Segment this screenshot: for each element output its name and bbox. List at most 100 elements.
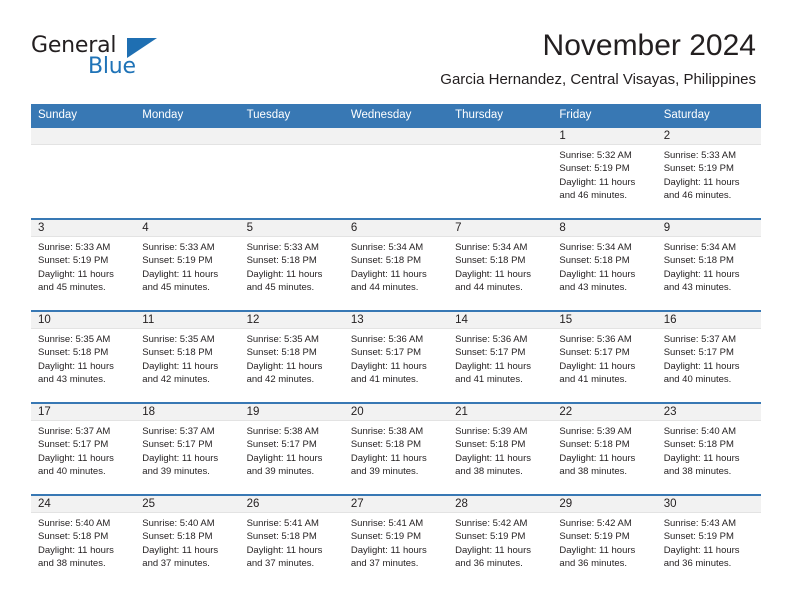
daylight-text-line1: Daylight: 11 hours (38, 544, 114, 556)
day-cell-inner: 13 Sunrise: 5:36 AM Sunset: 5:17 PM Dayligh… (343, 312, 449, 402)
calendar-day-cell[interactable]: 7 Sunrise: 5:34 AM Sunset: 5:18 PM Daylight… (448, 218, 553, 311)
daylight-text-line2: and 38 minutes. (455, 465, 523, 477)
day-details: Sunrise: 5:42 AM Sunset: 5:19 PM Daylight:… (552, 513, 656, 570)
day-cell-inner: 9 Sunrise: 5:34 AM Sunset: 5:18 PM Daylight… (656, 220, 761, 310)
daylight-text-line1: Daylight: 11 hours (663, 268, 740, 280)
calendar-day-cell[interactable]: 1 Sunrise: 5:32 AM Sunset: 5:19 PM Daylight… (552, 126, 657, 219)
day-cell-inner: 10 Sunrise: 5:35 AM Sunset: 5:18 PM Dayligh… (31, 312, 136, 402)
day-details: Sunrise: 5:36 AM Sunset: 5:17 PM Daylight:… (344, 329, 448, 386)
daylight-text-line1: Daylight: 11 hours (455, 360, 531, 372)
daylight-text-line1: Daylight: 11 hours (663, 544, 740, 556)
calendar-day-cell[interactable]: 22 Sunrise: 5:39 AM Sunset: 5:18 PM Dayligh… (552, 402, 657, 495)
calendar-day-cell[interactable]: 20 Sunrise: 5:38 AM Sunset: 5:18 PM Dayligh… (343, 402, 449, 495)
day-number: 16 (656, 312, 761, 329)
calendar-day-cell[interactable]: 12 Sunrise: 5:35 AM Sunset: 5:18 PM Dayligh… (239, 310, 344, 403)
calendar-day-cell[interactable]: 18 Sunrise: 5:37 AM Sunset: 5:17 PM Dayligh… (135, 402, 240, 495)
sunrise-text: Sunrise: 5:35 AM (246, 334, 319, 345)
day-details: Sunrise: 5:36 AM Sunset: 5:17 PM Daylight:… (552, 329, 656, 386)
day-details: Sunrise: 5:40 AM Sunset: 5:18 PM Daylight:… (657, 421, 761, 478)
sunset-text: Sunset: 5:18 PM (246, 531, 317, 543)
calendar-page: General Blue November 2024 Garcia Hernan… (0, 0, 792, 612)
daylight-text-line2: and 38 minutes. (559, 465, 628, 477)
calendar-day-cell[interactable]: 21 Sunrise: 5:39 AM Sunset: 5:18 PM Dayligh… (448, 402, 553, 495)
sunrise-text: Sunrise: 5:33 AM (246, 242, 319, 253)
daylight-text-line2: and 36 minutes. (455, 557, 523, 569)
weekday-header-friday: Friday (552, 104, 657, 127)
weekday-header-monday: Monday (135, 104, 240, 127)
sunset-text: Sunset: 5:17 PM (455, 347, 526, 359)
calendar-week-row: 1 Sunrise: 5:32 AM Sunset: 5:19 PM Daylight… (31, 126, 761, 219)
day-number: 18 (135, 404, 240, 421)
calendar-day-cell[interactable]: 9 Sunrise: 5:34 AM Sunset: 5:18 PM Daylight… (656, 218, 761, 311)
calendar-table: Sunday Monday Tuesday Wednesday Thursday… (31, 104, 761, 586)
day-cell-inner: 14 Sunrise: 5:36 AM Sunset: 5:17 PM Dayligh… (448, 312, 553, 402)
calendar-week-row: 17 Sunrise: 5:37 AM Sunset: 5:17 PM Dayligh… (31, 402, 761, 495)
day-cell-inner (239, 128, 344, 218)
sunset-text: Sunset: 5:18 PM (38, 531, 109, 543)
calendar-day-cell[interactable]: 25 Sunrise: 5:40 AM Sunset: 5:18 PM Dayligh… (135, 494, 240, 586)
day-number: 22 (552, 404, 657, 421)
sunset-text: Sunset: 5:19 PM (455, 531, 526, 543)
calendar-day-cell[interactable]: 13 Sunrise: 5:36 AM Sunset: 5:17 PM Dayligh… (343, 310, 449, 403)
day-cell-inner: 30 Sunrise: 5:43 AM Sunset: 5:19 PM Dayligh… (656, 496, 761, 586)
daylight-text-line2: and 44 minutes. (350, 281, 419, 293)
calendar-day-cell[interactable]: 29 Sunrise: 5:42 AM Sunset: 5:19 PM Dayligh… (552, 494, 657, 586)
sunset-text: Sunset: 5:18 PM (142, 531, 213, 543)
day-details: Sunrise: 5:33 AM Sunset: 5:19 PM Daylight:… (31, 237, 135, 294)
calendar-day-cell[interactable]: 24 Sunrise: 5:40 AM Sunset: 5:18 PM Dayligh… (31, 494, 136, 586)
day-details: Sunrise: 5:39 AM Sunset: 5:18 PM Daylight:… (448, 421, 552, 478)
sunset-text: Sunset: 5:18 PM (350, 439, 422, 451)
calendar-day-cell[interactable]: 5 Sunrise: 5:33 AM Sunset: 5:18 PM Daylight… (239, 218, 344, 311)
day-number: 27 (343, 496, 449, 513)
calendar-day-cell[interactable]: 23 Sunrise: 5:40 AM Sunset: 5:18 PM Dayligh… (656, 402, 761, 495)
daylight-text-line1: Daylight: 11 hours (142, 544, 219, 556)
day-cell-inner: 4 Sunrise: 5:33 AM Sunset: 5:19 PM Daylight… (135, 220, 240, 310)
daylight-text-line1: Daylight: 11 hours (663, 360, 740, 372)
sunset-text: Sunset: 5:19 PM (663, 163, 734, 175)
calendar-day-cell[interactable]: 4 Sunrise: 5:33 AM Sunset: 5:19 PM Daylight… (135, 218, 240, 311)
day-number: 11 (135, 312, 240, 329)
calendar-day-cell[interactable]: 19 Sunrise: 5:38 AM Sunset: 5:17 PM Dayligh… (239, 402, 344, 495)
sunset-text: Sunset: 5:17 PM (350, 347, 422, 359)
calendar-day-cell[interactable]: 26 Sunrise: 5:41 AM Sunset: 5:18 PM Dayligh… (239, 494, 344, 586)
calendar-day-cell[interactable]: 16 Sunrise: 5:37 AM Sunset: 5:17 PM Dayligh… (656, 310, 761, 403)
day-details: Sunrise: 5:41 AM Sunset: 5:18 PM Daylight:… (240, 513, 344, 570)
day-number: 9 (656, 220, 761, 237)
sunrise-text: Sunrise: 5:34 AM (350, 242, 424, 253)
calendar-day-cell[interactable]: 30 Sunrise: 5:43 AM Sunset: 5:19 PM Dayligh… (656, 494, 761, 586)
calendar-day-cell[interactable]: 11 Sunrise: 5:35 AM Sunset: 5:18 PM Dayligh… (135, 310, 240, 403)
daylight-text-line1: Daylight: 11 hours (142, 360, 219, 372)
daylight-text-line2: and 45 minutes. (246, 281, 315, 293)
calendar-day-cell[interactable]: 10 Sunrise: 5:35 AM Sunset: 5:18 PM Dayligh… (31, 310, 136, 403)
sunset-text: Sunset: 5:17 PM (246, 439, 317, 451)
page-title-month-year: November 2024 (542, 29, 756, 62)
calendar-day-cell[interactable]: 2 Sunrise: 5:33 AM Sunset: 5:19 PM Daylight… (656, 126, 761, 219)
daylight-text-line2: and 36 minutes. (559, 557, 628, 569)
day-details: Sunrise: 5:34 AM Sunset: 5:18 PM Daylight:… (552, 237, 656, 294)
page-header: General Blue November 2024 Garcia Hernan… (0, 0, 792, 100)
day-number: 8 (552, 220, 657, 237)
calendar-day-cell[interactable]: 8 Sunrise: 5:34 AM Sunset: 5:18 PM Daylight… (552, 218, 657, 311)
day-cell-inner: 22 Sunrise: 5:39 AM Sunset: 5:18 PM Dayligh… (552, 404, 657, 494)
calendar-day-cell[interactable]: 6 Sunrise: 5:34 AM Sunset: 5:18 PM Daylight… (343, 218, 449, 311)
day-cell-inner: 3 Sunrise: 5:33 AM Sunset: 5:19 PM Daylight… (31, 220, 136, 310)
sunrise-text: Sunrise: 5:33 AM (142, 242, 215, 253)
day-number (343, 128, 449, 145)
sunset-text: Sunset: 5:18 PM (246, 347, 317, 359)
day-details: Sunrise: 5:43 AM Sunset: 5:19 PM Daylight:… (657, 513, 761, 570)
sunrise-text: Sunrise: 5:42 AM (559, 518, 632, 529)
day-number: 3 (31, 220, 136, 237)
calendar-day-cell[interactable]: 28 Sunrise: 5:42 AM Sunset: 5:19 PM Dayligh… (448, 494, 553, 586)
calendar-day-cell[interactable]: 15 Sunrise: 5:36 AM Sunset: 5:17 PM Dayligh… (552, 310, 657, 403)
day-cell-inner: 25 Sunrise: 5:40 AM Sunset: 5:18 PM Dayligh… (135, 496, 240, 586)
day-cell-inner (343, 128, 449, 218)
day-number: 30 (656, 496, 761, 513)
calendar-day-cell[interactable]: 17 Sunrise: 5:37 AM Sunset: 5:17 PM Dayligh… (31, 402, 136, 495)
calendar-day-cell[interactable]: 3 Sunrise: 5:33 AM Sunset: 5:19 PM Daylight… (31, 218, 136, 311)
calendar-day-cell[interactable]: 27 Sunrise: 5:41 AM Sunset: 5:19 PM Dayligh… (343, 494, 449, 586)
day-details: Sunrise: 5:36 AM Sunset: 5:17 PM Daylight:… (448, 329, 552, 386)
sunrise-text: Sunrise: 5:34 AM (663, 242, 737, 253)
calendar-day-cell[interactable]: 14 Sunrise: 5:36 AM Sunset: 5:17 PM Dayligh… (448, 310, 553, 403)
day-details: Sunrise: 5:33 AM Sunset: 5:19 PM Daylight:… (135, 237, 239, 294)
sunrise-text: Sunrise: 5:38 AM (350, 426, 424, 437)
